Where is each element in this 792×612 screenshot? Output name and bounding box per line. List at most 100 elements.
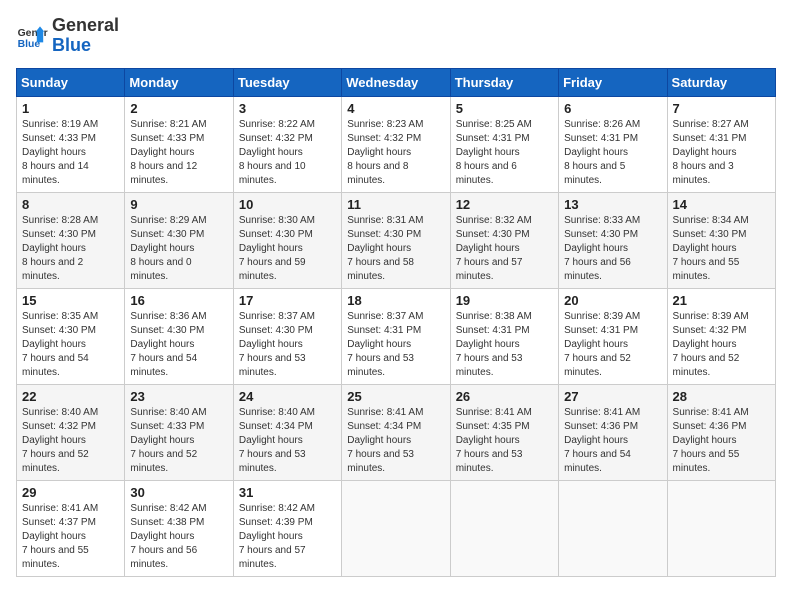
calendar-cell: 8 Sunrise: 8:28 AMSunset: 4:30 PMDaylight…	[17, 192, 125, 288]
day-number: 6	[564, 101, 661, 116]
day-number: 17	[239, 293, 336, 308]
day-number: 1	[22, 101, 119, 116]
day-header-wednesday: Wednesday	[342, 68, 450, 96]
day-info: Sunrise: 8:31 AMSunset: 4:30 PMDaylight …	[347, 214, 444, 284]
calendar-cell: 14 Sunrise: 8:34 AMSunset: 4:30 PMDayligh…	[667, 192, 775, 288]
day-header-sunday: Sunday	[17, 68, 125, 96]
calendar-week-row: 29 Sunrise: 8:41 AMSunset: 4:37 PMDayligh…	[17, 480, 776, 576]
day-info: Sunrise: 8:36 AMSunset: 4:30 PMDaylight …	[130, 310, 227, 380]
calendar-cell: 4Sunrise: 8:23 AMSunset: 4:32 PMDaylight…	[342, 96, 450, 192]
day-number: 9	[130, 197, 227, 212]
day-number: 29	[22, 485, 119, 500]
day-number: 21	[673, 293, 770, 308]
day-info: Sunrise: 8:40 AMSunset: 4:34 PMDaylight …	[239, 406, 336, 476]
day-info: Sunrise: 8:41 AMSunset: 4:37 PMDaylight …	[22, 502, 119, 572]
day-number: 25	[347, 389, 444, 404]
calendar-cell: 21 Sunrise: 8:39 AMSunset: 4:32 PMDayligh…	[667, 288, 775, 384]
day-info: Sunrise: 8:37 AMSunset: 4:30 PMDaylight …	[239, 310, 336, 380]
calendar-cell: 10 Sunrise: 8:30 AMSunset: 4:30 PMDayligh…	[233, 192, 341, 288]
day-info: Sunrise: 8:39 AMSunset: 4:32 PMDaylight …	[673, 310, 770, 380]
logo-icon: General Blue	[16, 20, 48, 52]
day-info: Sunrise: 8:41 AMSunset: 4:36 PMDaylight …	[673, 406, 770, 476]
calendar-cell: 11 Sunrise: 8:31 AMSunset: 4:30 PMDayligh…	[342, 192, 450, 288]
calendar-cell: 7Sunrise: 8:27 AMSunset: 4:31 PMDaylight…	[667, 96, 775, 192]
day-number: 30	[130, 485, 227, 500]
day-number: 7	[673, 101, 770, 116]
calendar-cell: 15 Sunrise: 8:35 AMSunset: 4:30 PMDayligh…	[17, 288, 125, 384]
day-number: 22	[22, 389, 119, 404]
day-number: 20	[564, 293, 661, 308]
calendar-cell	[559, 480, 667, 576]
calendar-cell: 20 Sunrise: 8:39 AMSunset: 4:31 PMDayligh…	[559, 288, 667, 384]
calendar-cell: 18Sunrise: 8:37 AMSunset: 4:31 PMDayligh…	[342, 288, 450, 384]
calendar-week-row: 15 Sunrise: 8:35 AMSunset: 4:30 PMDayligh…	[17, 288, 776, 384]
calendar-cell: 24 Sunrise: 8:40 AMSunset: 4:34 PMDayligh…	[233, 384, 341, 480]
day-number: 16	[130, 293, 227, 308]
calendar-cell: 30 Sunrise: 8:42 AMSunset: 4:38 PMDayligh…	[125, 480, 233, 576]
logo: General Blue General Blue	[16, 16, 119, 56]
calendar-cell: 3Sunrise: 8:22 AMSunset: 4:32 PMDaylight…	[233, 96, 341, 192]
calendar-cell	[667, 480, 775, 576]
calendar-cell: 23Sunrise: 8:40 AMSunset: 4:33 PMDayligh…	[125, 384, 233, 480]
calendar-cell: 25 Sunrise: 8:41 AMSunset: 4:34 PMDayligh…	[342, 384, 450, 480]
calendar-cell: 19 Sunrise: 8:38 AMSunset: 4:31 PMDayligh…	[450, 288, 558, 384]
day-info: Sunrise: 8:21 AMSunset: 4:33 PMDaylight …	[130, 118, 227, 188]
day-number: 31	[239, 485, 336, 500]
day-number: 8	[22, 197, 119, 212]
day-header-monday: Monday	[125, 68, 233, 96]
calendar-cell: 28 Sunrise: 8:41 AMSunset: 4:36 PMDayligh…	[667, 384, 775, 480]
day-number: 15	[22, 293, 119, 308]
day-info: Sunrise: 8:34 AMSunset: 4:30 PMDaylight …	[673, 214, 770, 284]
day-header-thursday: Thursday	[450, 68, 558, 96]
day-number: 3	[239, 101, 336, 116]
day-info: Sunrise: 8:35 AMSunset: 4:30 PMDaylight …	[22, 310, 119, 380]
day-info: Sunrise: 8:37 AMSunset: 4:31 PMDaylight …	[347, 310, 444, 380]
day-info: Sunrise: 8:41 AMSunset: 4:34 PMDaylight …	[347, 406, 444, 476]
day-info: Sunrise: 8:30 AMSunset: 4:30 PMDaylight …	[239, 214, 336, 284]
day-info: Sunrise: 8:29 AMSunset: 4:30 PMDaylight …	[130, 214, 227, 284]
day-header-tuesday: Tuesday	[233, 68, 341, 96]
calendar-cell: 29 Sunrise: 8:41 AMSunset: 4:37 PMDayligh…	[17, 480, 125, 576]
day-info: Sunrise: 8:40 AMSunset: 4:32 PMDaylight …	[22, 406, 119, 476]
svg-text:General: General	[18, 28, 48, 39]
day-info: Sunrise: 8:41 AMSunset: 4:36 PMDaylight …	[564, 406, 661, 476]
day-info: Sunrise: 8:25 AMSunset: 4:31 PMDaylight …	[456, 118, 553, 188]
day-number: 2	[130, 101, 227, 116]
calendar-header-row: SundayMondayTuesdayWednesdayThursdayFrid…	[17, 68, 776, 96]
day-info: Sunrise: 8:39 AMSunset: 4:31 PMDaylight …	[564, 310, 661, 380]
day-number: 23	[130, 389, 227, 404]
day-info: Sunrise: 8:19 AMSunset: 4:33 PMDaylight …	[22, 118, 119, 188]
calendar-cell: 1 Sunrise: 8:19 AMSunset: 4:33 PMDaylight…	[17, 96, 125, 192]
day-info: Sunrise: 8:32 AMSunset: 4:30 PMDaylight …	[456, 214, 553, 284]
day-info: Sunrise: 8:41 AMSunset: 4:35 PMDaylight …	[456, 406, 553, 476]
day-number: 28	[673, 389, 770, 404]
calendar-cell: 31Sunrise: 8:42 AMSunset: 4:39 PMDayligh…	[233, 480, 341, 576]
day-number: 5	[456, 101, 553, 116]
day-info: Sunrise: 8:28 AMSunset: 4:30 PMDaylight …	[22, 214, 119, 284]
day-number: 26	[456, 389, 553, 404]
day-info: Sunrise: 8:42 AMSunset: 4:38 PMDaylight …	[130, 502, 227, 572]
day-number: 14	[673, 197, 770, 212]
calendar-cell: 13 Sunrise: 8:33 AMSunset: 4:30 PMDayligh…	[559, 192, 667, 288]
day-header-friday: Friday	[559, 68, 667, 96]
day-number: 12	[456, 197, 553, 212]
day-info: Sunrise: 8:33 AMSunset: 4:30 PMDaylight …	[564, 214, 661, 284]
calendar-cell: 2 Sunrise: 8:21 AMSunset: 4:33 PMDaylight…	[125, 96, 233, 192]
day-number: 4	[347, 101, 444, 116]
calendar-week-row: 1 Sunrise: 8:19 AMSunset: 4:33 PMDaylight…	[17, 96, 776, 192]
day-info: Sunrise: 8:38 AMSunset: 4:31 PMDaylight …	[456, 310, 553, 380]
day-number: 13	[564, 197, 661, 212]
calendar-cell: 22 Sunrise: 8:40 AMSunset: 4:32 PMDayligh…	[17, 384, 125, 480]
calendar-cell: 27Sunrise: 8:41 AMSunset: 4:36 PMDayligh…	[559, 384, 667, 480]
day-number: 11	[347, 197, 444, 212]
day-number: 24	[239, 389, 336, 404]
day-number: 10	[239, 197, 336, 212]
day-number: 19	[456, 293, 553, 308]
calendar-week-row: 22 Sunrise: 8:40 AMSunset: 4:32 PMDayligh…	[17, 384, 776, 480]
calendar-cell: 5 Sunrise: 8:25 AMSunset: 4:31 PMDaylight…	[450, 96, 558, 192]
calendar-cell: 17 Sunrise: 8:37 AMSunset: 4:30 PMDayligh…	[233, 288, 341, 384]
calendar-cell: 12 Sunrise: 8:32 AMSunset: 4:30 PMDayligh…	[450, 192, 558, 288]
calendar: SundayMondayTuesdayWednesdayThursdayFrid…	[16, 68, 776, 577]
calendar-cell: 6Sunrise: 8:26 AMSunset: 4:31 PMDaylight…	[559, 96, 667, 192]
calendar-cell	[342, 480, 450, 576]
